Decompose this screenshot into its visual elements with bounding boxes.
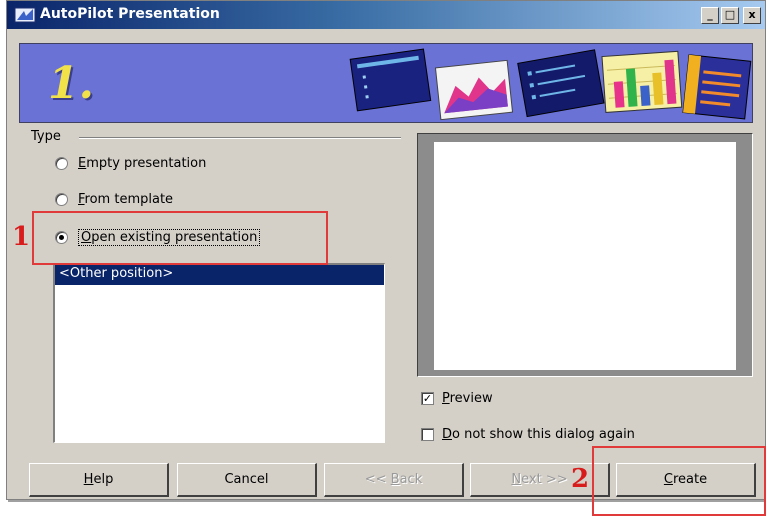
annotation-number-2: 2 (571, 464, 590, 494)
presentation-file-list[interactable]: <Other position> (53, 263, 385, 443)
annotation-highlight-create (592, 446, 766, 516)
wizard-banner: 1. (19, 43, 753, 123)
step-number: 1. (48, 58, 94, 109)
window-title: AutoPilot Presentation (40, 6, 220, 22)
slide-thumbnails-graphic (349, 48, 752, 121)
preview-pane (417, 133, 753, 377)
cancel-button[interactable]: Cancel (177, 463, 317, 497)
dont-show-checkbox-row[interactable]: Do not show this dialog again (421, 427, 635, 442)
preview-canvas (434, 142, 736, 370)
list-item-other-position[interactable]: <Other position> (55, 265, 384, 285)
dont-show-checkbox[interactable] (421, 428, 434, 441)
preview-label: Preview (442, 391, 493, 406)
annotation-highlight-open-existing (32, 211, 328, 265)
radio-empty-presentation[interactable]: Empty presentation (55, 156, 206, 171)
radio-button[interactable] (55, 193, 68, 206)
help-button[interactable]: Help (29, 463, 169, 497)
preview-checkbox-row[interactable]: ✓ Preview (421, 391, 493, 406)
type-group-label: Type (31, 129, 61, 144)
close-button[interactable]: x (743, 7, 761, 24)
maximize-button[interactable]: □ (721, 7, 739, 24)
radio-label: Empty presentation (78, 156, 207, 171)
radio-label: From template (78, 192, 174, 207)
annotation-number-1: 1 (12, 222, 31, 252)
type-group-divider (79, 137, 401, 139)
dont-show-label: Do not show this dialog again (442, 427, 635, 442)
preview-checkbox[interactable]: ✓ (421, 392, 434, 405)
minimize-button[interactable]: _ (701, 7, 719, 24)
radio-from-template[interactable]: From template (55, 192, 173, 207)
radio-button[interactable] (55, 157, 68, 170)
title-bar[interactable]: AutoPilot Presentation _ □ x (7, 1, 765, 29)
autopilot-icon (14, 7, 36, 23)
back-button[interactable]: << Back (324, 463, 464, 497)
